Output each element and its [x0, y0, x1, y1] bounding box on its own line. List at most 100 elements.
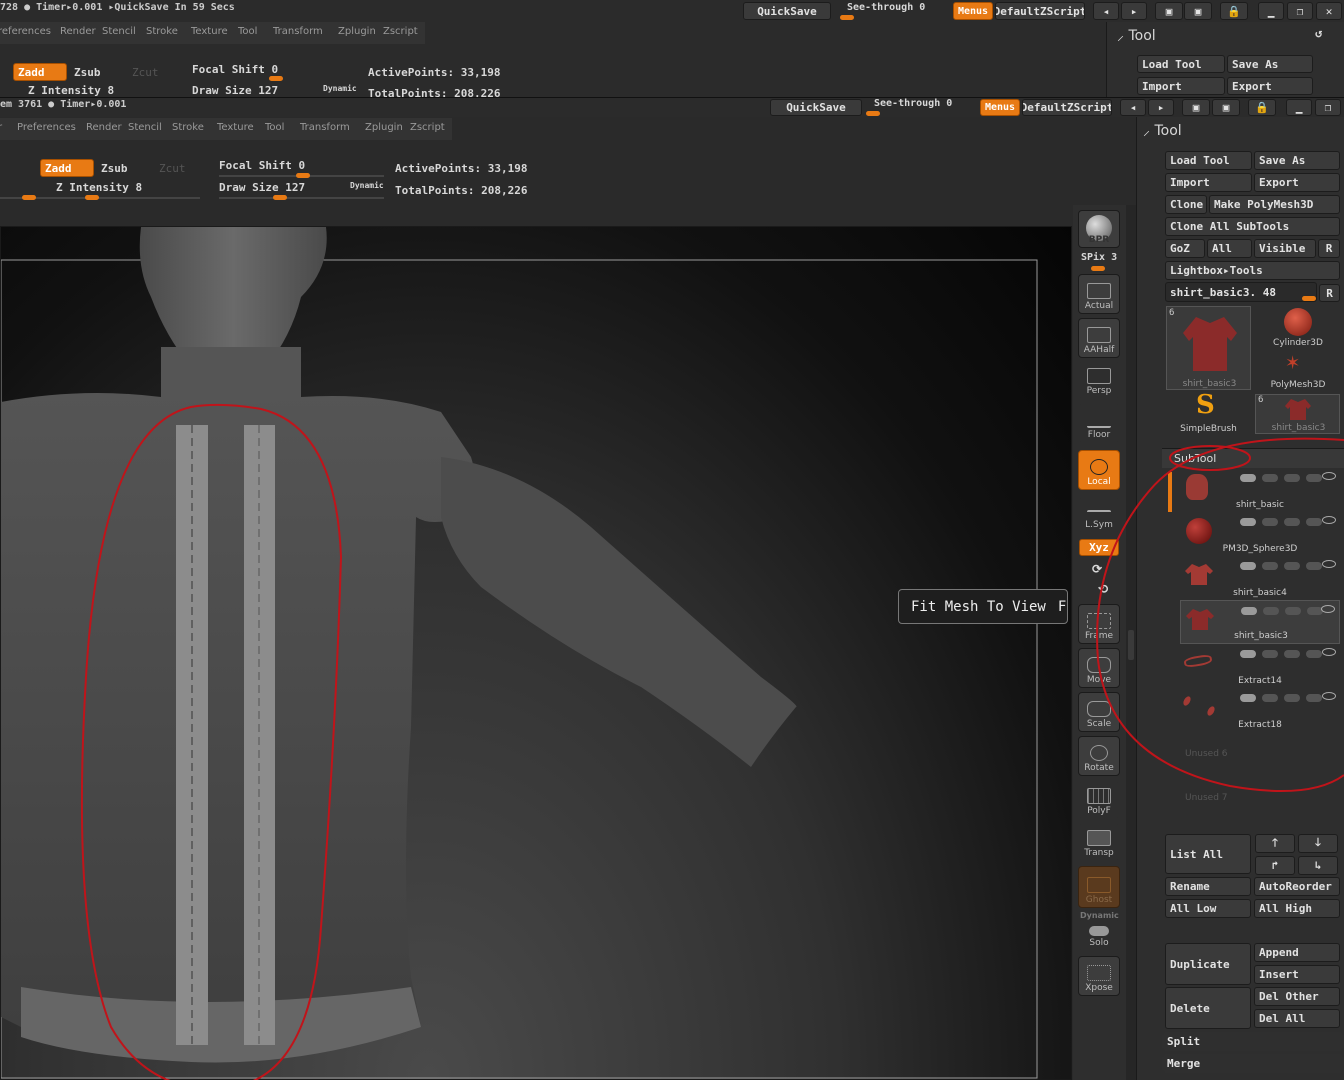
- delete-button[interactable]: Delete: [1165, 987, 1251, 1029]
- bg-import-button[interactable]: Import: [1137, 77, 1225, 95]
- list-all-button[interactable]: List All: [1165, 834, 1251, 874]
- bg-see-through-slider[interactable]: [840, 15, 854, 20]
- quicksave-button[interactable]: QuickSave: [770, 99, 862, 116]
- transp-button[interactable]: Transp: [1078, 824, 1120, 860]
- current-tool-slider-knob[interactable]: [1302, 296, 1316, 301]
- layout2-icon[interactable]: ▣: [1212, 99, 1240, 116]
- z-intensity[interactable]: Z Intensity 8: [56, 181, 142, 194]
- rename-button[interactable]: Rename: [1165, 877, 1251, 896]
- bg-focal-shift[interactable]: Focal Shift 0: [192, 63, 278, 76]
- draw-size[interactable]: Draw Size 127: [219, 181, 305, 194]
- menu-zplugin[interactable]: Zplugin: [365, 122, 403, 133]
- del-all-button[interactable]: Del All: [1254, 1009, 1340, 1028]
- bg-menu-stencil[interactable]: Stencil: [102, 26, 136, 37]
- import-button[interactable]: Import: [1165, 173, 1252, 192]
- bg-layout-icon[interactable]: ▣: [1155, 2, 1183, 20]
- bg-quicksave-button[interactable]: QuickSave: [743, 2, 831, 20]
- bg-menu-zplugin[interactable]: Zplugin: [338, 26, 376, 37]
- solo-button[interactable]: Solo: [1078, 920, 1120, 950]
- bg-menu-transform[interactable]: Transform: [273, 26, 323, 37]
- lock-icon[interactable]: 🔒: [1248, 99, 1276, 116]
- all-high-button[interactable]: All High: [1254, 899, 1340, 918]
- focal-shift-slider[interactable]: [296, 173, 310, 178]
- current-tool-slider[interactable]: shirt_basic3. 48: [1165, 282, 1317, 302]
- menus-button[interactable]: Menus: [980, 99, 1020, 116]
- bg-zsub-button[interactable]: Zsub: [74, 66, 101, 79]
- zsub-button[interactable]: Zsub: [101, 162, 128, 175]
- menu-tool[interactable]: Tool: [265, 122, 284, 133]
- bg-dock-left-icon[interactable]: ◂: [1093, 2, 1119, 20]
- bg-menu-stroke[interactable]: Stroke: [146, 26, 178, 37]
- bg-lock-icon[interactable]: 🔒: [1220, 2, 1248, 20]
- bg-menus-button[interactable]: Menus: [953, 2, 993, 20]
- bg-menu-references[interactable]: references: [0, 26, 51, 37]
- bg-z-intensity[interactable]: Z Intensity 8: [28, 84, 114, 97]
- ghost-button[interactable]: Ghost: [1078, 866, 1120, 908]
- bg-restore-icon[interactable]: ❐: [1287, 2, 1313, 20]
- focal-shift[interactable]: Focal Shift 0: [219, 159, 305, 172]
- tool-thumb-shirt-basic3[interactable]: 6 shirt_basic3: [1166, 306, 1251, 390]
- restore-icon[interactable]: ❐: [1315, 99, 1341, 116]
- bg-menu-texture[interactable]: Texture: [191, 26, 228, 37]
- bg-focal-shift-slider[interactable]: [269, 76, 283, 81]
- spix-label[interactable]: SPix 3: [1081, 252, 1117, 263]
- minimize-icon[interactable]: ▁: [1286, 99, 1312, 116]
- bg-see-through-label[interactable]: See-through 0: [847, 2, 925, 13]
- goz-button[interactable]: GoZ: [1165, 239, 1205, 258]
- bg-dock-right-icon[interactable]: ▸: [1121, 2, 1147, 20]
- menu-texture[interactable]: Texture: [217, 122, 254, 133]
- split-section[interactable]: Split: [1162, 1032, 1344, 1051]
- draw-size-slider[interactable]: [273, 195, 287, 200]
- z-intensity-slider[interactable]: [85, 195, 99, 200]
- bg-zadd-button[interactable]: Zadd: [13, 63, 67, 81]
- menu-transform[interactable]: Transform: [300, 122, 350, 133]
- clone-all-subtools-button[interactable]: Clone All SubTools: [1165, 217, 1340, 236]
- insert-button[interactable]: Insert: [1254, 965, 1340, 984]
- bg-draw-size[interactable]: Draw Size 127: [192, 84, 278, 97]
- clone-button[interactable]: Clone: [1165, 195, 1207, 214]
- make-polymesh-button[interactable]: Make PolyMesh3D: [1209, 195, 1340, 214]
- goz-all-button[interactable]: All: [1207, 239, 1252, 258]
- script-button[interactable]: DefaultZScript: [1022, 99, 1112, 116]
- draw-size-track[interactable]: [219, 197, 384, 199]
- bg-export-button[interactable]: Export: [1227, 77, 1313, 95]
- menu-preferences[interactable]: Preferences: [17, 122, 76, 133]
- spix-slider[interactable]: [1091, 266, 1105, 271]
- tool-thumb-polymesh3d[interactable]: ✶ PolyMesh3D: [1256, 350, 1340, 390]
- xpose-button[interactable]: Xpose: [1078, 956, 1120, 996]
- move-up-right-arrow-icon[interactable]: ↱: [1255, 856, 1295, 875]
- zcut-button[interactable]: Zcut: [159, 162, 186, 175]
- duplicate-button[interactable]: Duplicate: [1165, 943, 1251, 985]
- dock-left-icon[interactable]: ◂: [1120, 99, 1146, 116]
- move-up-arrow-icon[interactable]: 🡑: [1255, 834, 1295, 853]
- lightbox-tools-button[interactable]: Lightbox▸Tools: [1165, 261, 1340, 280]
- dock-right-icon[interactable]: ▸: [1148, 99, 1174, 116]
- canvas[interactable]: [0, 226, 1072, 1080]
- bg-minimize-icon[interactable]: ▁: [1258, 2, 1284, 20]
- menu-zscript[interactable]: Zscript: [410, 122, 445, 133]
- bg-load-tool-button[interactable]: Load Tool: [1137, 55, 1225, 73]
- del-other-button[interactable]: Del Other: [1254, 987, 1340, 1006]
- see-through-slider[interactable]: [866, 111, 880, 116]
- actual-button[interactable]: Actual: [1078, 274, 1120, 314]
- menu-stroke[interactable]: Stroke: [172, 122, 204, 133]
- dynamic-toggle[interactable]: Dynamic: [350, 181, 384, 190]
- bpr-button[interactable]: BPR: [1078, 210, 1120, 248]
- merge-section[interactable]: Merge: [1162, 1054, 1344, 1073]
- export-button[interactable]: Export: [1254, 173, 1340, 192]
- goz-visible-button[interactable]: Visible: [1254, 239, 1316, 258]
- move-down-arrow-icon[interactable]: 🡓: [1298, 834, 1338, 853]
- auto-reorder-button[interactable]: AutoReorder: [1254, 877, 1340, 896]
- bg-dynamic-label[interactable]: Dynamic: [323, 84, 357, 93]
- current-tool-r-button[interactable]: R: [1319, 284, 1340, 302]
- bg-menu-zscript[interactable]: Zscript: [383, 26, 418, 37]
- tool-thumb-cylinder3d[interactable]: Cylinder3D: [1256, 306, 1340, 348]
- layout-icon[interactable]: ▣: [1182, 99, 1210, 116]
- bg-save-as-button[interactable]: Save As: [1227, 55, 1313, 73]
- goz-r-button[interactable]: R: [1318, 239, 1340, 258]
- bg-menu-render[interactable]: Render: [60, 26, 96, 37]
- all-low-button[interactable]: All Low: [1165, 899, 1251, 918]
- bg-zcut-button[interactable]: Zcut: [132, 66, 159, 79]
- menu-r[interactable]: r: [0, 122, 2, 133]
- menu-stencil[interactable]: Stencil: [128, 122, 162, 133]
